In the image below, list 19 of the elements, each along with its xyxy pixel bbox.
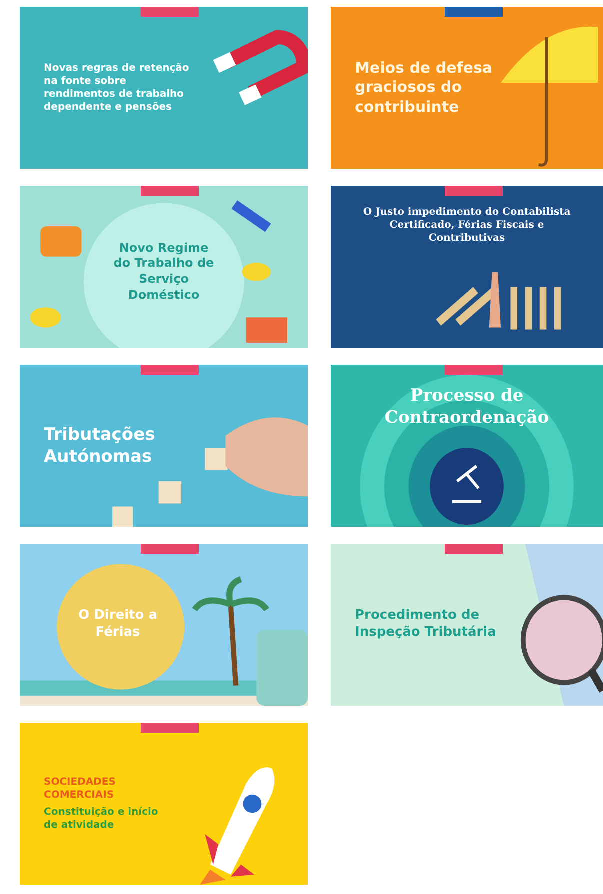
banner-card[interactable]: Processo de Contraordenação (331, 365, 603, 527)
banner-subtitle: Constituição e início de atividade (44, 806, 160, 832)
banner-card[interactable]: Procedimento de Inspeção Tributária (331, 544, 603, 706)
banner-title: Novo Regime do Trabalho de Serviço Doméstico (112, 240, 216, 304)
banner-card[interactable]: Novas regras de retenção na fonte sobre rendimentos de trabalho dependente e pensões (20, 7, 308, 169)
banner-title: O Justo impedimento do Contabilista Certificado, Férias Fiscais e Contributivas (362, 206, 572, 245)
banner-title: Meios de defesa graciosos do contribuinte (355, 58, 494, 118)
banner-title: SOCIEDADES COMERCIAIS (44, 776, 117, 802)
banner-title: Novas regras de retenção na fonte sobre rendimentos de trabalho dependente e pensões (44, 62, 190, 114)
banner-card[interactable]: Meios de defesa graciosos do contribuinte (331, 7, 603, 169)
banner-card[interactable]: Tributações Autónomas (20, 365, 308, 527)
banner-card[interactable]: SOCIEDADES COMERCIAIS Constituição e início de atividade (20, 723, 308, 885)
banner-title: Procedimento de Inspeção Tributária (355, 608, 498, 642)
banner-card[interactable]: Novo Regime do Trabalho de Serviço Doméstico (20, 186, 308, 348)
banner-title: Processo de Contraordenação (384, 385, 550, 430)
banner-title: Tributações Autónomas (44, 424, 156, 468)
banner-title: O Direito a Férias (78, 608, 158, 642)
banner-card[interactable]: O Justo impedimento do Contabilista Certificado, Férias Fiscais e Contributivas (331, 186, 603, 348)
banner-card[interactable]: O Direito a Férias (20, 544, 308, 706)
